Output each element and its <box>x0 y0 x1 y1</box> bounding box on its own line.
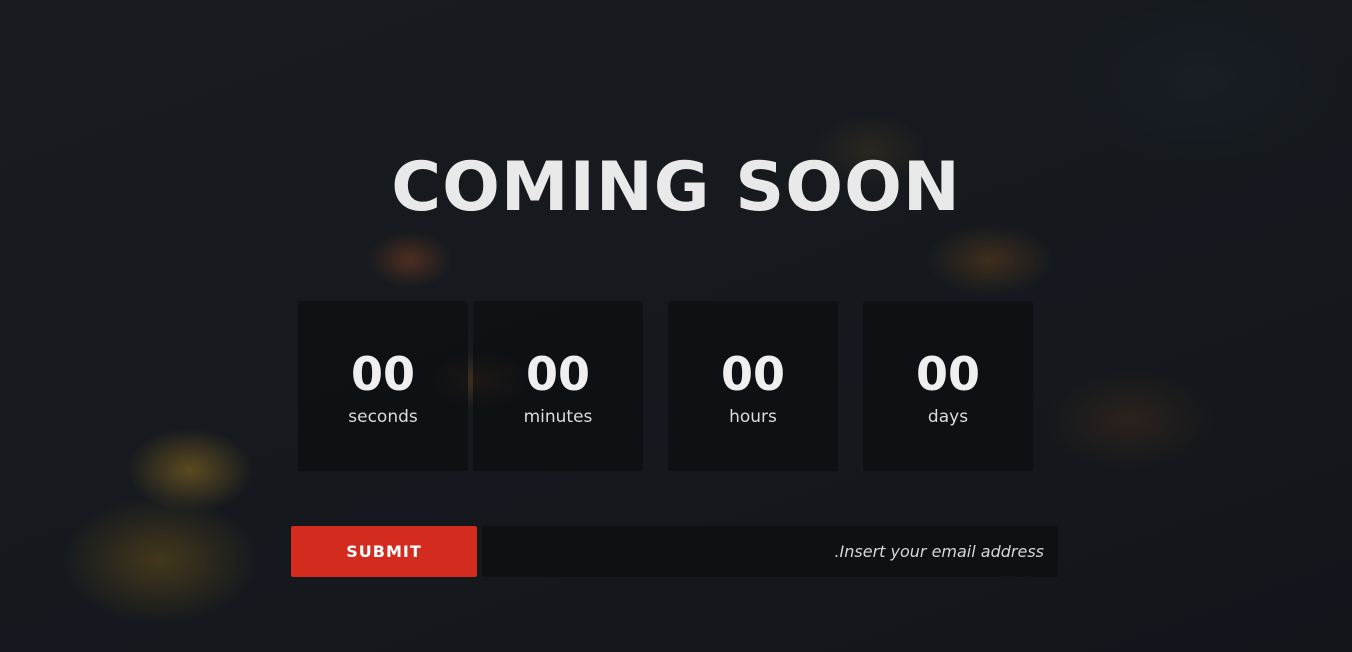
countdown-minutes: 00 minutes <box>473 301 643 471</box>
countdown-seconds: 00 seconds <box>298 301 468 471</box>
countdown-value: 00 <box>350 347 415 401</box>
page-title: COMING SOON <box>391 148 961 227</box>
countdown-hours: 00 hours <box>668 301 838 471</box>
countdown-value: 00 <box>525 347 590 401</box>
email-input[interactable] <box>482 526 1058 577</box>
countdown-label: seconds <box>348 407 418 427</box>
countdown-label: minutes <box>523 407 593 427</box>
countdown-label: hours <box>729 407 777 427</box>
submit-button[interactable]: SUBMIT <box>291 526 477 577</box>
countdown-value: 00 <box>720 347 785 401</box>
countdown-value: 00 <box>915 347 980 401</box>
countdown-label: days <box>927 407 969 427</box>
countdown-days: 00 days <box>863 301 1033 471</box>
